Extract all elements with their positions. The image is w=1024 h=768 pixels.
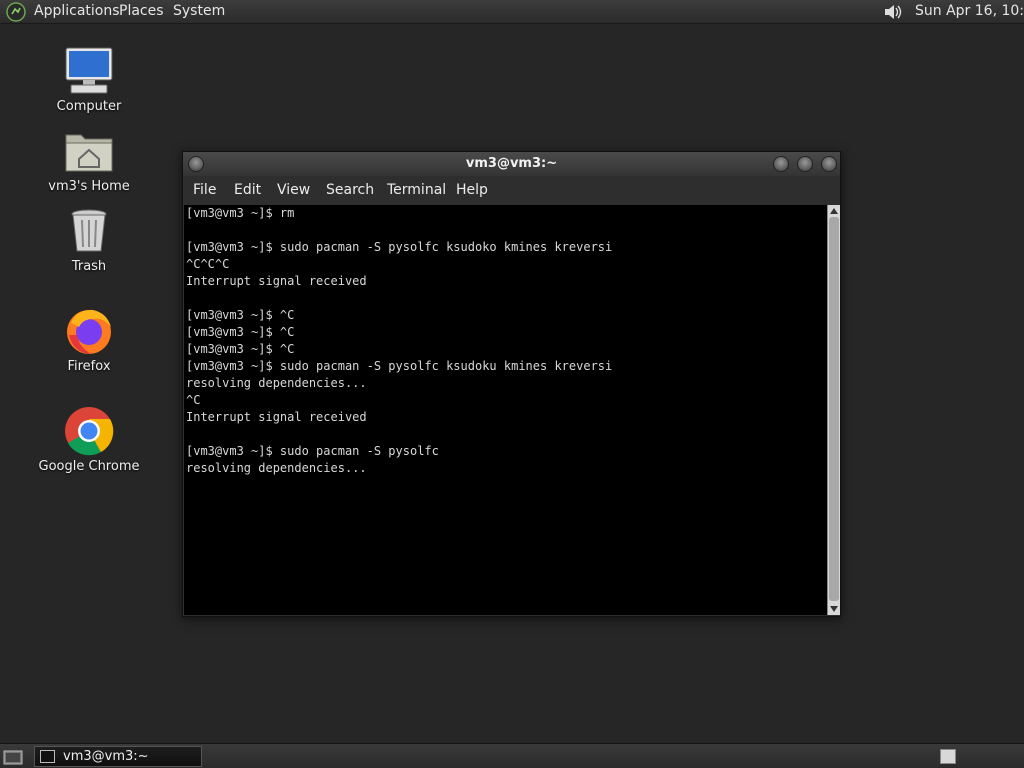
- clock[interactable]: Sun Apr 16, 10:30: [915, 3, 1024, 19]
- terminal-line: [vm3@vm3 ~]$ sudo pacman -S pysolfc ksud…: [186, 240, 613, 254]
- terminal-line: ^C: [186, 393, 201, 407]
- desktop-icon-firefox[interactable]: Firefox: [34, 305, 144, 374]
- scrollbar-thumb[interactable]: [829, 217, 839, 601]
- scroll-up-arrow-icon[interactable]: [830, 208, 838, 214]
- desktop-icon-label: Firefox: [67, 359, 111, 374]
- terminal-line: Interrupt signal received: [186, 274, 367, 288]
- gnome-foot-logo-icon[interactable]: [6, 2, 26, 22]
- terminal-scrollbar[interactable]: [827, 205, 840, 615]
- terminal-line: ^C^C^C: [186, 257, 230, 271]
- system-menu[interactable]: System: [173, 3, 225, 19]
- menu-terminal[interactable]: Terminal: [387, 182, 446, 198]
- volume-icon[interactable]: [883, 2, 905, 22]
- window-titlebar[interactable]: vm3@vm3:~: [183, 152, 840, 176]
- show-desktop-icon[interactable]: [3, 748, 23, 766]
- taskbar-item-terminal[interactable]: vm3@vm3:~: [34, 746, 202, 767]
- terminal-menubar: File Edit View Search Terminal Help: [183, 176, 840, 205]
- workspace-switcher[interactable]: [940, 749, 956, 764]
- terminal-line: [vm3@vm3 ~]$ ^C: [186, 325, 295, 339]
- firefox-icon: [67, 309, 111, 354]
- taskbar-item-label: vm3@vm3:~: [63, 749, 149, 764]
- terminal-output[interactable]: [vm3@vm3 ~]$ rm [vm3@vm3 ~]$ sudo pacman…: [184, 205, 827, 615]
- desktop-icon-label: Computer: [56, 99, 122, 114]
- computer-icon: [65, 47, 113, 94]
- terminal-line: [vm3@vm3 ~]$ sudo pacman -S pysolfc ksud…: [186, 359, 613, 373]
- close-button[interactable]: [821, 156, 837, 172]
- menu-search[interactable]: Search: [326, 182, 374, 198]
- maximize-button[interactable]: [797, 156, 813, 172]
- desktop-icon-label: Google Chrome: [38, 459, 140, 474]
- chrome-icon: [65, 407, 114, 456]
- terminal-line: [vm3@vm3 ~]$ ^C: [186, 308, 295, 322]
- terminal-line: [vm3@vm3 ~]$ sudo pacman -S pysolfc: [186, 444, 439, 458]
- terminal-line: resolving dependencies...: [186, 376, 367, 390]
- menu-file[interactable]: File: [193, 182, 216, 198]
- trash-icon: [71, 209, 107, 252]
- desktop-icon-trash[interactable]: Trash: [34, 205, 144, 274]
- terminal-line: resolving dependencies...: [186, 461, 367, 475]
- terminal-window[interactable]: vm3@vm3:~ File Edit View Search Terminal…: [182, 151, 841, 617]
- menu-view[interactable]: View: [277, 182, 310, 198]
- top-panel: Applications Places System Sun Apr 16, 1…: [0, 0, 1024, 24]
- menu-help[interactable]: Help: [456, 182, 488, 198]
- bottom-panel: vm3@vm3:~: [0, 743, 1024, 768]
- desktop-icon-chrome[interactable]: Google Chrome: [34, 405, 144, 474]
- terminal-line: [vm3@vm3 ~]$ rm: [186, 206, 295, 220]
- terminal-line: Interrupt signal received: [186, 410, 367, 424]
- applications-menu[interactable]: Applications: [34, 3, 120, 19]
- terminal-line: [vm3@vm3 ~]$ ^C: [186, 342, 295, 356]
- scroll-down-arrow-icon[interactable]: [830, 606, 838, 612]
- places-menu[interactable]: Places: [119, 3, 164, 19]
- menu-edit[interactable]: Edit: [234, 182, 261, 198]
- desktop-icon-label: Trash: [71, 259, 107, 274]
- window-title: vm3@vm3:~: [465, 156, 558, 171]
- desktop-icon-computer[interactable]: Computer: [34, 45, 144, 114]
- desktop-icon-label: vm3's Home: [48, 179, 130, 194]
- desktop-icon-home[interactable]: vm3's Home: [34, 125, 144, 194]
- home-folder-icon: [65, 134, 113, 172]
- terminal-icon: [40, 750, 55, 763]
- minimize-button[interactable]: [773, 156, 789, 172]
